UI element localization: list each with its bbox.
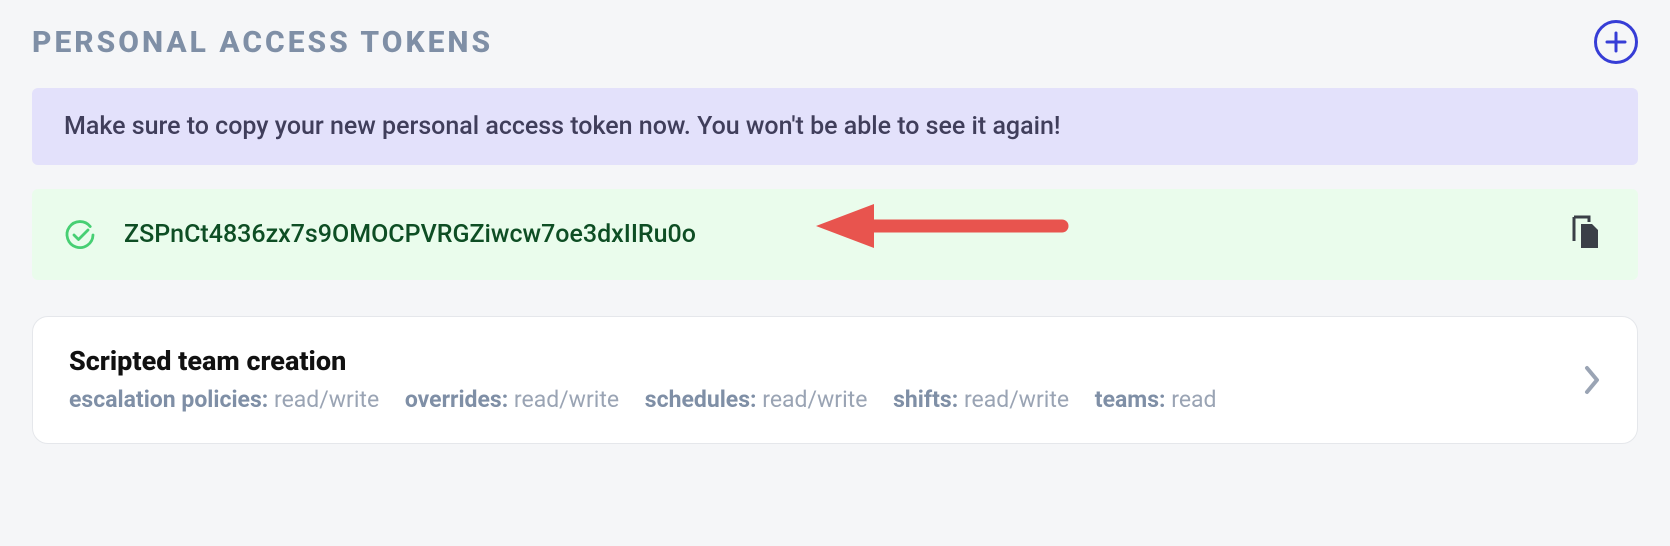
chevron-right-icon <box>1583 365 1601 395</box>
plus-icon <box>1605 31 1627 53</box>
scope-value: read/write <box>514 386 619 413</box>
new-token-row: ZSPnCt4836zx7s9OMOCPVRGZiwcw7oe3dxIIRu0o <box>32 189 1638 280</box>
token-value: ZSPnCt4836zx7s9OMOCPVRGZiwcw7oe3dxIIRu0o <box>124 220 1566 249</box>
token-scopes: escalation policies: read/write override… <box>69 385 1571 415</box>
scope-key: schedules <box>645 386 750 413</box>
scope-value: read/write <box>762 386 867 413</box>
copy-warning-banner: Make sure to copy your new personal acce… <box>32 88 1638 165</box>
scope-value: read/write <box>274 386 379 413</box>
copy-icon <box>1570 215 1602 254</box>
token-name: Scripted team creation <box>69 345 1571 377</box>
scope-key: shifts <box>893 386 952 413</box>
add-token-button[interactable] <box>1594 20 1638 64</box>
scope-key: escalation policies <box>69 386 262 413</box>
scope-value: read/write <box>964 386 1069 413</box>
scope-key: overrides <box>405 386 502 413</box>
copy-token-button[interactable] <box>1566 211 1606 258</box>
token-card-body: Scripted team creation escalation polici… <box>69 345 1571 415</box>
page-title: PERSONAL ACCESS TOKENS <box>32 25 493 60</box>
scope-value: read <box>1171 386 1216 413</box>
token-card[interactable]: Scripted team creation escalation polici… <box>32 316 1638 444</box>
header-row: PERSONAL ACCESS TOKENS <box>32 20 1638 64</box>
check-circle-icon <box>64 219 96 251</box>
banner-text: Make sure to copy your new personal acce… <box>64 112 1060 141</box>
scope-key: teams <box>1095 386 1159 413</box>
